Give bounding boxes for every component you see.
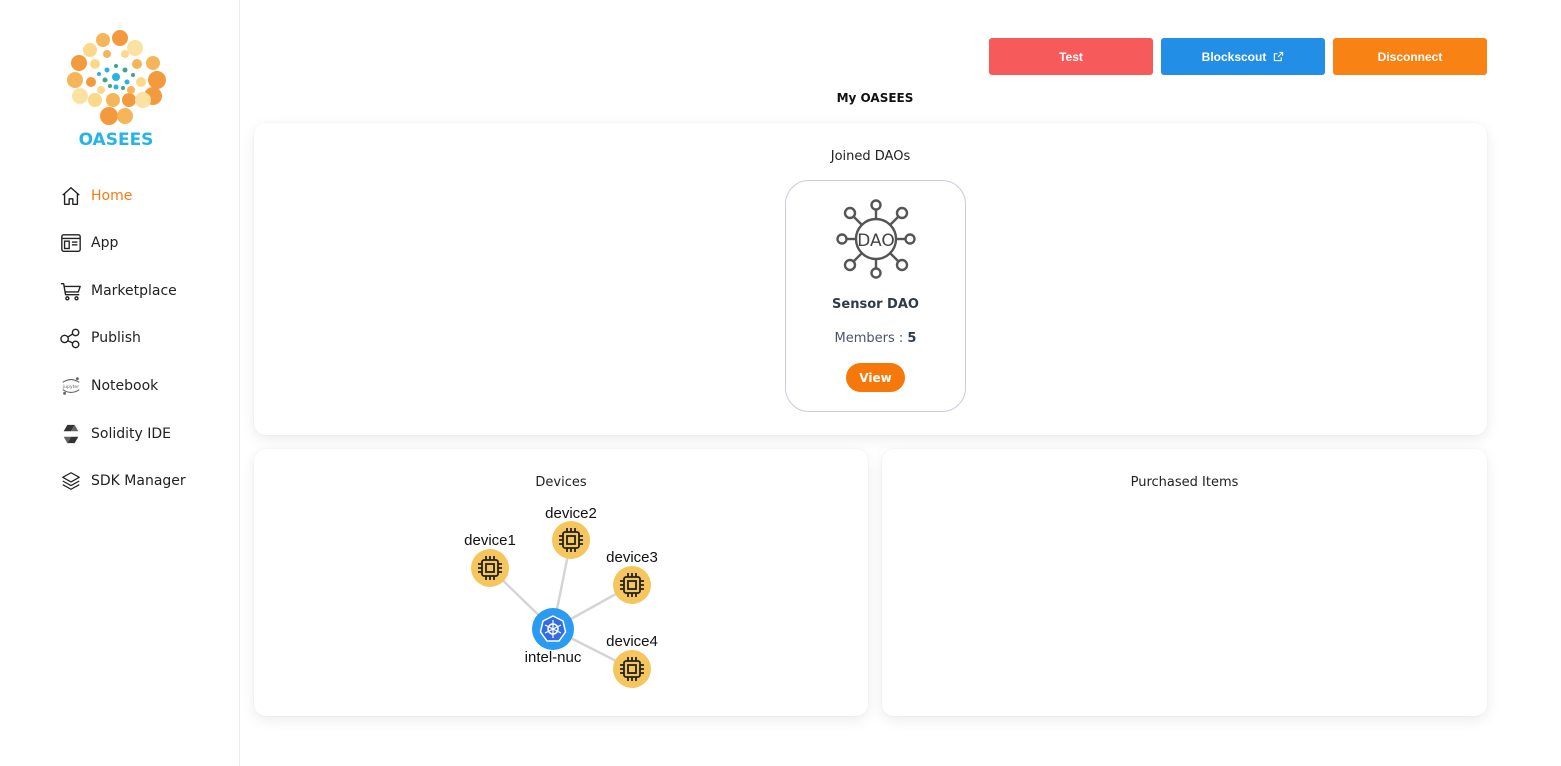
sidebar-item-home[interactable]: Home: [58, 183, 132, 209]
cart-icon: [58, 278, 84, 304]
sidebar-item-label: Solidity IDE: [91, 426, 171, 442]
oasees-logo: [67, 30, 166, 125]
sidebar-item-label: App: [91, 235, 119, 251]
home-icon: [58, 183, 84, 209]
sidebar-item-sdk-manager[interactable]: SDK Manager: [58, 468, 186, 494]
brand-name: OASEES: [78, 130, 154, 150]
dao-view-button[interactable]: View: [846, 363, 905, 392]
device-graph: device1 device2 device3 device4 intel-nu…: [464, 505, 658, 688]
sidebar-item-label: Publish: [91, 330, 141, 346]
sidebar-item-label: SDK Manager: [91, 473, 186, 489]
sidebar-item-marketplace[interactable]: Marketplace: [58, 278, 177, 304]
dao-icon-text: DAO: [857, 231, 895, 251]
sidebar-item-solidity-ide[interactable]: Solidity IDE: [58, 421, 171, 447]
hub-node-intel-nuc[interactable]: [532, 608, 574, 650]
jupyter-icon: jupyter: [58, 373, 84, 399]
sidebar-item-notebook[interactable]: jupyter Notebook: [58, 373, 158, 399]
blockscout-button[interactable]: Blockscout: [1161, 38, 1325, 75]
sidebar: OASEES Home App Marketplace Publish jupy…: [0, 0, 240, 766]
dao-members-count: 5: [907, 331, 917, 346]
page-title: My OASEES: [836, 91, 914, 105]
dao-members-label: Members :: [834, 331, 904, 346]
device-node-device2[interactable]: [552, 521, 590, 559]
app-icon: [58, 230, 84, 256]
device-node-device3[interactable]: [613, 566, 651, 604]
dao-members: Members : 5: [786, 331, 965, 346]
sidebar-item-app[interactable]: App: [58, 230, 118, 256]
sidebar-item-publish[interactable]: Publish: [58, 325, 141, 351]
dao-network-icon: DAO: [836, 199, 916, 279]
node-label-device4: device4: [606, 633, 658, 650]
device-node-device1[interactable]: [471, 549, 509, 587]
sdk-layers-icon: [58, 468, 84, 494]
solidity-icon: [58, 421, 84, 447]
svg-text:jupyter: jupyter: [62, 384, 79, 390]
sidebar-item-label: Marketplace: [91, 283, 177, 299]
joined-daos-card: Joined DAOs DAO Sensor DAO Members : 5 V…: [254, 123, 1487, 435]
external-link-icon: [1273, 51, 1284, 62]
sidebar-item-label: Notebook: [91, 378, 159, 394]
dao-name: Sensor DAO: [832, 297, 919, 312]
joined-daos-title: Joined DAOs: [830, 149, 911, 164]
node-label-device1: device1: [464, 532, 516, 549]
sidebar-item-label: Home: [91, 188, 133, 204]
devices-card: Devices device1 device2 device3 device4 …: [254, 449, 868, 716]
blockscout-label: Blockscout: [1201, 49, 1267, 64]
dao-card[interactable]: DAO Sensor DAO Members : 5 View: [785, 180, 966, 412]
kubernetes-icon: [539, 615, 567, 642]
test-button[interactable]: Test: [989, 38, 1153, 75]
node-label-device3: device3: [606, 549, 658, 566]
node-label-hub: intel-nuc: [525, 649, 582, 666]
device-node-device4[interactable]: [613, 650, 651, 688]
node-label-device2: device2: [545, 505, 597, 522]
disconnect-button[interactable]: Disconnect: [1333, 38, 1487, 75]
share-icon: [58, 325, 84, 351]
purchased-items-title: Purchased Items: [1130, 475, 1239, 490]
purchased-items-card: Purchased Items: [882, 449, 1487, 716]
